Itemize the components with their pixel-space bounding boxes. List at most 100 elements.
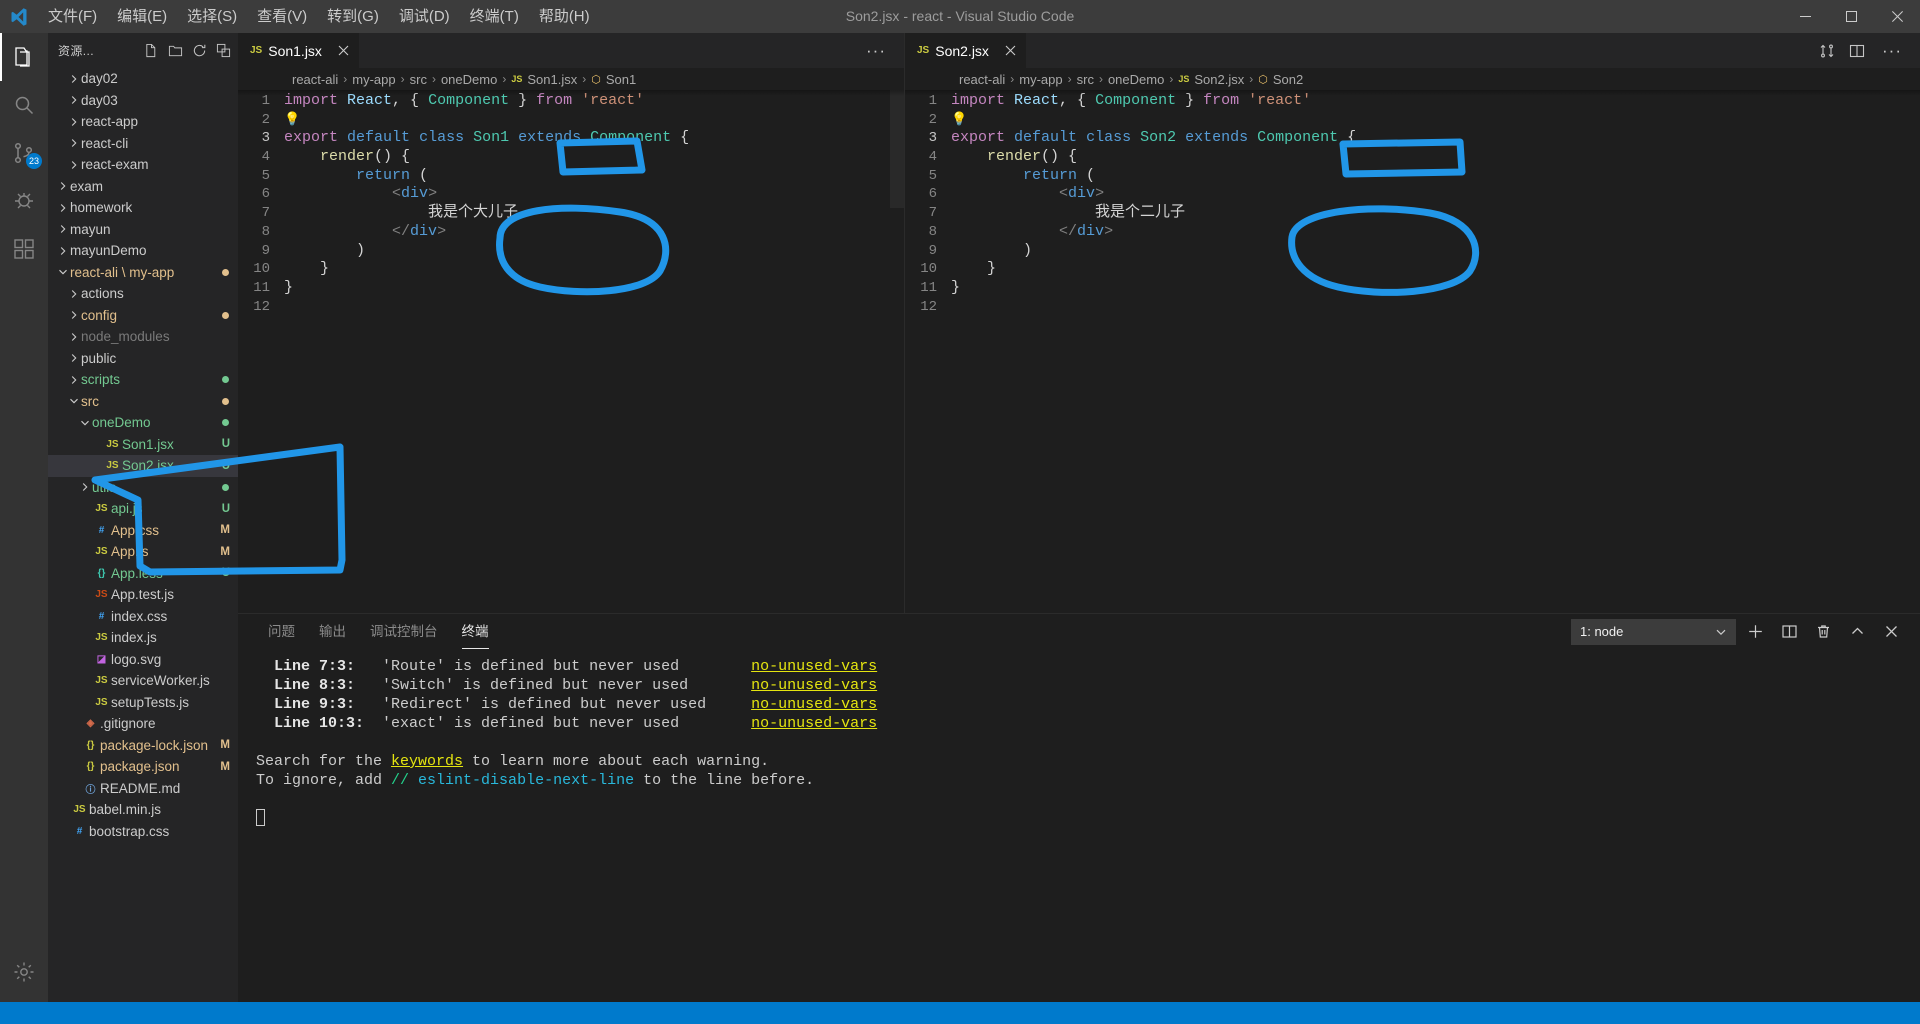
code-line[interactable]: 4 render() { — [905, 148, 1920, 167]
code-line[interactable]: 10 } — [238, 260, 904, 279]
tab-son2-jsx[interactable]: JS Son2.jsx — [905, 33, 1027, 68]
code-line[interactable]: 12 — [905, 298, 1920, 317]
minimize-button[interactable] — [1782, 0, 1828, 33]
code-line[interactable]: 12 — [238, 298, 904, 317]
code-line[interactable]: 3 export default class Son2 extends Compo… — [905, 129, 1920, 148]
menu-item-file[interactable]: 文件(F) — [38, 0, 107, 33]
menu-item-help[interactable]: 帮助(H) — [529, 0, 600, 33]
breadcrumb-segment[interactable]: my-app — [1019, 72, 1062, 87]
chevron-down-icon[interactable] — [67, 396, 81, 406]
terminal-link[interactable]: keywords — [391, 753, 463, 770]
chevron-down-icon[interactable] — [78, 418, 92, 428]
panel-tab-problems[interactable]: 问题 — [256, 614, 307, 649]
chevron-right-icon[interactable] — [78, 482, 92, 492]
close-button[interactable] — [1874, 0, 1920, 33]
activity-debug[interactable] — [0, 177, 48, 225]
code-line[interactable]: 11} — [238, 279, 904, 298]
tree-row-src[interactable]: src — [48, 391, 238, 413]
code-line[interactable]: 1 import React, { Component } from 'react… — [905, 92, 1920, 111]
code-line[interactable]: 7 我是个二儿子 — [905, 204, 1920, 223]
chevron-right-icon[interactable] — [67, 95, 81, 105]
close-panel-icon[interactable] — [1876, 617, 1906, 647]
menu-bar[interactable]: 文件(F) 编辑(E) 选择(S) 查看(V) 转到(G) 调试(D) 终端(T… — [38, 0, 600, 33]
breadcrumb-segment[interactable]: Son2 — [1273, 72, 1303, 87]
code-line[interactable]: 5 return ( — [905, 167, 1920, 186]
tree-row-config[interactable]: config — [48, 305, 238, 327]
chevron-right-icon[interactable] — [56, 246, 70, 256]
code-line[interactable]: 3 export default class Son1 extends Compo… — [238, 129, 904, 148]
code-line[interactable]: 1 import React, { Component } from 'react… — [238, 92, 904, 111]
breadcrumb-segment[interactable]: Son1.jsx — [527, 72, 577, 87]
tree-row-api.js[interactable]: JS api.js U — [48, 498, 238, 520]
code-line[interactable]: 7 我是个大儿子 — [238, 204, 904, 223]
tree-row-logo.svg[interactable]: ◪ logo.svg — [48, 649, 238, 671]
chevron-right-icon[interactable] — [67, 310, 81, 320]
breadcrumb-right[interactable]: react-ali › my-app › src › oneDemo › JS Son2… — [905, 68, 1920, 90]
new-folder-icon[interactable] — [164, 40, 186, 62]
menu-item-selection[interactable]: 选择(S) — [177, 0, 247, 33]
code-line[interactable]: 10 } — [905, 260, 1920, 279]
tree-row-serviceworker.js[interactable]: JS serviceWorker.js — [48, 670, 238, 692]
tree-row-public[interactable]: public — [48, 348, 238, 370]
panel-tab-debug-console[interactable]: 调试控制台 — [358, 614, 450, 649]
code-line[interactable]: 5 return ( — [238, 167, 904, 186]
tree-row-node-modules[interactable]: node_modules — [48, 326, 238, 348]
activity-manage-gear[interactable] — [0, 948, 48, 996]
chevron-right-icon[interactable] — [67, 375, 81, 385]
code-editor-right[interactable]: 1 import React, { Component } from 'react… — [905, 90, 1920, 613]
terminal-select[interactable]: 1: node — [1571, 618, 1736, 645]
terminal-cursor-line[interactable] — [256, 809, 1920, 829]
tree-row-son1.jsx[interactable]: JS Son1.jsx U — [48, 434, 238, 456]
tree-row-react-ali---my-app[interactable]: react-ali \ my-app — [48, 262, 238, 284]
code-line[interactable]: 2 💡 — [905, 111, 1920, 130]
terminal-link[interactable]: no-unused-vars — [751, 715, 877, 732]
maximize-panel-icon[interactable] — [1842, 617, 1872, 647]
more-actions-icon[interactable]: ··· — [858, 41, 894, 61]
panel-tab-output[interactable]: 输出 — [307, 614, 358, 649]
chevron-right-icon[interactable] — [56, 181, 70, 191]
refresh-icon[interactable] — [188, 40, 210, 62]
breadcrumb-segment[interactable]: src — [410, 72, 427, 87]
close-icon[interactable] — [338, 45, 349, 56]
tree-row-bootstrap.css[interactable]: # bootstrap.css — [48, 821, 238, 843]
menu-item-edit[interactable]: 编辑(E) — [107, 0, 177, 33]
tree-row-exam[interactable]: exam — [48, 176, 238, 198]
code-line[interactable]: 6 <div> — [238, 185, 904, 204]
code-line[interactable]: 8 </div> — [905, 223, 1920, 242]
activity-source-control[interactable]: 23 — [0, 129, 48, 177]
code-line[interactable]: 11} — [905, 279, 1920, 298]
lightbulb-icon[interactable]: 💡 — [284, 112, 300, 127]
tree-row-homework[interactable]: homework — [48, 197, 238, 219]
tree-row-index.css[interactable]: # index.css — [48, 606, 238, 628]
chevron-right-icon[interactable] — [67, 160, 81, 170]
tree-row-app.js[interactable]: JS App.js M — [48, 541, 238, 563]
code-line[interactable]: 8 </div> — [238, 223, 904, 242]
tab-son1-jsx[interactable]: JS Son1.jsx — [238, 33, 360, 68]
chevron-right-icon[interactable] — [67, 289, 81, 299]
breadcrumb-segment[interactable]: oneDemo — [1108, 72, 1164, 87]
tree-row-day03[interactable]: day03 — [48, 90, 238, 112]
code-line[interactable]: 6 <div> — [905, 185, 1920, 204]
tree-row-utils[interactable]: utils — [48, 477, 238, 499]
chevron-right-icon[interactable] — [67, 117, 81, 127]
tree-row-readme.md[interactable]: ⓘ README.md — [48, 778, 238, 800]
maximize-button[interactable] — [1828, 0, 1874, 33]
menu-item-go[interactable]: 转到(G) — [317, 0, 389, 33]
menu-item-terminal[interactable]: 终端(T) — [460, 0, 529, 33]
activity-explorer[interactable] — [0, 33, 48, 81]
code-line[interactable]: 9 ) — [905, 242, 1920, 261]
tree-row-app.test.js[interactable]: JS App.test.js — [48, 584, 238, 606]
compare-changes-icon[interactable] — [1814, 33, 1840, 68]
tree-row-mayun[interactable]: mayun — [48, 219, 238, 241]
code-line[interactable]: 4 render() { — [238, 148, 904, 167]
tree-row-package-lock.json[interactable]: {} package-lock.json M — [48, 735, 238, 757]
activity-extensions[interactable] — [0, 225, 48, 273]
split-terminal-icon[interactable] — [1774, 617, 1804, 647]
tree-row-actions[interactable]: actions — [48, 283, 238, 305]
terminal-output[interactable]: Line 7:3: 'Route' is defined but never u… — [238, 649, 1920, 1002]
chevron-right-icon[interactable] — [67, 74, 81, 84]
chevron-right-icon[interactable] — [67, 353, 81, 363]
code-line[interactable]: 2 💡 — [238, 111, 904, 130]
tree-row-setuptests.js[interactable]: JS setupTests.js — [48, 692, 238, 714]
tree-row-onedemo[interactable]: oneDemo — [48, 412, 238, 434]
